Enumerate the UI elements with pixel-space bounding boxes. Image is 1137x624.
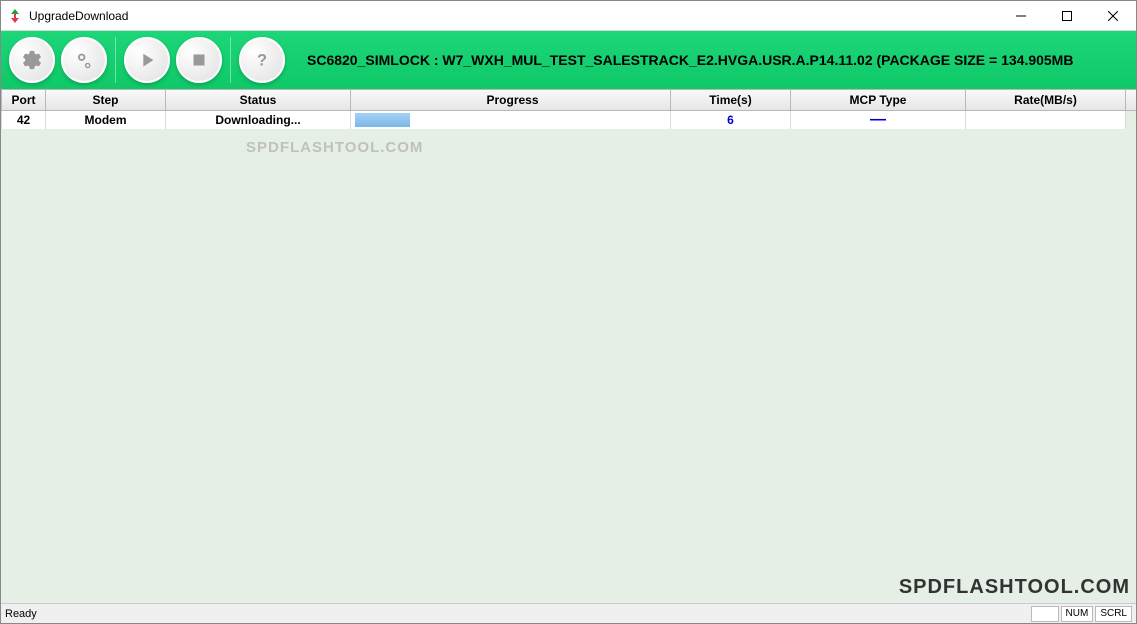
toolbar-group-help: ? — [239, 37, 285, 83]
settings-button[interactable] — [9, 37, 55, 83]
package-info-bar: SC6820_SIMLOCK : W7_WXH_MUL_TEST_SALESTR… — [297, 42, 1128, 78]
window-controls — [998, 1, 1136, 31]
table-row[interactable]: 42 Modem Downloading... 6 — — [1, 111, 1136, 129]
header-progress[interactable]: Progress — [351, 89, 671, 111]
cell-step: Modem — [46, 111, 166, 129]
header-port[interactable]: Port — [1, 89, 46, 111]
status-ready: Ready — [5, 608, 1031, 620]
header-spacer — [1126, 89, 1136, 111]
table-header: Port Step Status Progress Time(s) MCP Ty… — [1, 89, 1136, 111]
main-area: Port Step Status Progress Time(s) MCP Ty… — [1, 89, 1136, 603]
status-num: NUM — [1061, 606, 1094, 622]
toolbar-group-settings — [9, 37, 107, 83]
minimize-button[interactable] — [998, 1, 1044, 31]
toolbar-group-playback — [124, 37, 222, 83]
toolbar-divider-1 — [115, 37, 116, 83]
cell-status: Downloading... — [166, 111, 351, 129]
maximize-button[interactable] — [1044, 1, 1090, 31]
window-title: UpgradeDownload — [29, 9, 998, 23]
header-mcp[interactable]: MCP Type — [791, 89, 966, 111]
header-rate[interactable]: Rate(MB/s) — [966, 89, 1126, 111]
status-scrl: SCRL — [1095, 606, 1132, 622]
toolbar: ? SC6820_SIMLOCK : W7_WXH_MUL_TEST_SALES… — [1, 31, 1136, 89]
packet-settings-button[interactable] — [61, 37, 107, 83]
cell-time: 6 — [671, 111, 791, 129]
svg-text:?: ? — [257, 52, 267, 70]
cell-rate — [966, 111, 1126, 129]
header-time[interactable]: Time(s) — [671, 89, 791, 111]
watermark-center: SPDFLASHTOOL.COM — [246, 139, 423, 156]
watermark-corner: SPDFLASHTOOL.COM — [899, 576, 1130, 599]
cell-port: 42 — [1, 111, 46, 129]
table-body: 42 Modem Downloading... 6 — SPDFLASHTOOL… — [1, 111, 1136, 603]
header-status[interactable]: Status — [166, 89, 351, 111]
titlebar: UpgradeDownload — [1, 1, 1136, 31]
package-info-text: SC6820_SIMLOCK : W7_WXH_MUL_TEST_SALESTR… — [307, 52, 1073, 68]
status-blank-1 — [1031, 606, 1059, 622]
toolbar-divider-2 — [230, 37, 231, 83]
app-window: UpgradeDownload — [0, 0, 1137, 624]
cell-mcp: — — [791, 111, 966, 129]
progress-bar — [355, 113, 410, 127]
statusbar: Ready NUM SCRL — [1, 603, 1136, 623]
cell-progress — [351, 111, 671, 129]
help-button[interactable]: ? — [239, 37, 285, 83]
app-icon — [7, 8, 23, 24]
status-indicators: NUM SCRL — [1031, 606, 1132, 622]
start-button[interactable] — [124, 37, 170, 83]
stop-button[interactable] — [176, 37, 222, 83]
header-step[interactable]: Step — [46, 89, 166, 111]
close-button[interactable] — [1090, 1, 1136, 31]
